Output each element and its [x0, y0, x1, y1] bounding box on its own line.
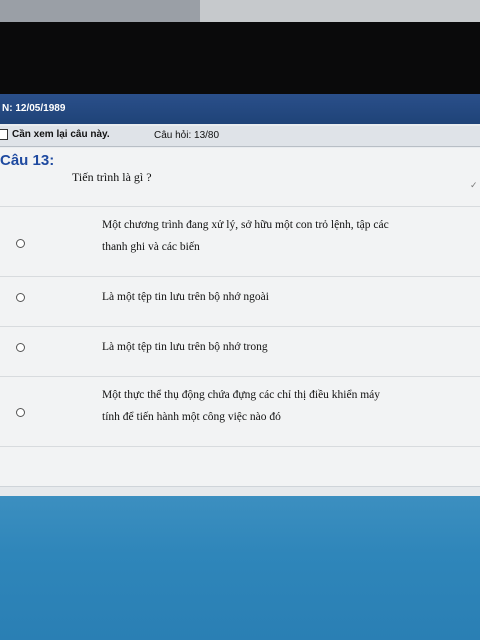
corner-mark-icon: ✓: [470, 180, 478, 190]
option-separator: [0, 206, 480, 207]
review-label: Cần xem lại câu này.: [12, 129, 110, 140]
option-separator: [0, 376, 480, 377]
radio-button[interactable]: [16, 293, 25, 302]
question-panel: Câu 13: Tiến trình là gì ? ✓ Một chương …: [0, 148, 480, 486]
question-toolbar: Cần xem lại câu này. Câu hỏi: 13/80: [0, 126, 480, 147]
answer-option-4[interactable]: Một thực thể thụ động chứa đựng các chỉ …: [0, 384, 480, 444]
screen: N: 12/05/1989 Cần xem lại câu này. Câu h…: [0, 94, 480, 640]
option-separator: [0, 446, 480, 447]
question-text: Tiến trình là gì ?: [72, 170, 152, 184]
radio-button[interactable]: [16, 239, 25, 248]
question-title: Câu 13:: [0, 152, 55, 169]
header-birthdate: N: 12/05/1989: [2, 103, 66, 114]
question-counter: Câu hỏi: 13/80: [154, 130, 220, 141]
option-text: Là một tệp tin lưu trên bộ nhớ trong: [102, 341, 268, 353]
photo-background-panel: [200, 0, 480, 22]
radio-button[interactable]: [16, 343, 25, 352]
option-text: Là một tệp tin lưu trên bộ nhớ ngoài: [102, 291, 269, 303]
option-text-line1: Một thực thể thụ động chứa đựng các chỉ …: [102, 389, 381, 401]
photo-background-top: [0, 0, 480, 22]
answer-option-1[interactable]: Một chương trình đang xử lý, sở hữu một …: [0, 214, 480, 274]
answer-option-2[interactable]: Là một tệp tin lưu trên bộ nhớ ngoài: [0, 286, 480, 322]
option-text-line2: tính để tiến hành một công việc nào đó: [102, 411, 281, 423]
answer-option-3[interactable]: Là một tệp tin lưu trên bộ nhớ trong: [0, 336, 480, 372]
review-checkbox[interactable]: Cần xem lại câu này.: [0, 129, 110, 140]
review-checkbox-box[interactable]: [0, 129, 8, 140]
exam-header: N: 12/05/1989: [0, 94, 480, 124]
radio-button[interactable]: [16, 408, 25, 417]
monitor-bezel: [0, 22, 480, 94]
option-text-line1: Một chương trình đang xử lý, sở hữu một …: [102, 219, 389, 231]
option-text-line2: thanh ghi và các biến: [102, 241, 200, 253]
desktop-background: [0, 496, 480, 640]
option-separator: [0, 326, 480, 327]
option-separator: [0, 276, 480, 277]
